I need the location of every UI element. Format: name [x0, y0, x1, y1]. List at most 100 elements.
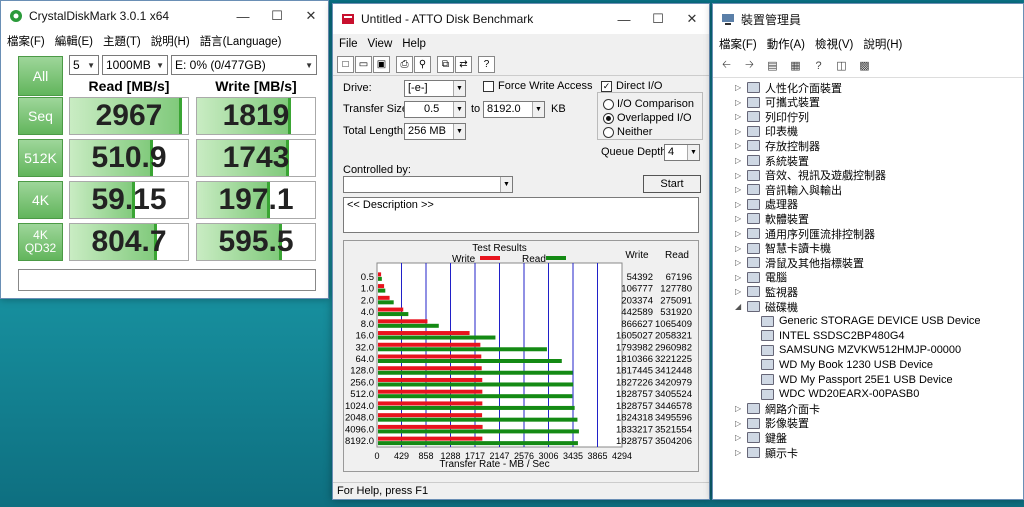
- save-icon[interactable]: ▣: [373, 56, 390, 73]
- disk-device-item[interactable]: WDC WD20EARX-00PASB0: [761, 387, 919, 402]
- chevron-right-icon[interactable]: ▷: [735, 141, 747, 150]
- force-write-checkbox[interactable]: [483, 81, 494, 92]
- drive-combo[interactable]: [-e-] ▼: [404, 80, 466, 97]
- chevron-right-icon[interactable]: ▷: [735, 273, 747, 282]
- properties-icon[interactable]: ▤: [763, 57, 782, 75]
- monitor-icon[interactable]: ▩: [855, 57, 874, 75]
- cdm-row-button[interactable]: 512K: [18, 139, 63, 177]
- dm-titlebar[interactable]: 裝置管理員: [713, 4, 1023, 34]
- cdm-menu-edit[interactable]: 編輯(E): [55, 33, 93, 49]
- atto-menu-file[interactable]: File: [339, 38, 358, 50]
- transfer-icon[interactable]: ⇄: [455, 56, 472, 73]
- device-category-item[interactable]: ▷ 音訊輸入與輸出: [735, 182, 842, 197]
- chevron-right-icon[interactable]: ▷: [735, 185, 747, 194]
- cdm-row-button[interactable]: Seq: [18, 97, 63, 135]
- chevron-right-icon[interactable]: ▷: [735, 200, 747, 209]
- chevron-right-icon[interactable]: ▷: [735, 404, 747, 413]
- chevron-right-icon[interactable]: ▷: [735, 229, 747, 238]
- panel-icon[interactable]: ◫: [832, 57, 851, 75]
- device-category-item[interactable]: ▷ 印表機: [735, 124, 798, 139]
- device-category-item[interactable]: ▷ 處理器: [735, 197, 798, 212]
- cdm-menu-help[interactable]: 說明(H): [151, 33, 190, 49]
- all-button[interactable]: All: [18, 56, 63, 96]
- help-icon[interactable]: ?: [478, 56, 495, 73]
- device-category-item[interactable]: ▷ 監視器: [735, 284, 798, 299]
- device-category-item[interactable]: ▷ 存放控制器: [735, 138, 820, 153]
- back-arrow-icon[interactable]: 🡠: [717, 57, 736, 75]
- chevron-right-icon[interactable]: ▷: [735, 83, 747, 92]
- device-category-item[interactable]: ▷ 網路介面卡: [735, 401, 820, 416]
- chevron-right-icon[interactable]: ▷: [735, 287, 747, 296]
- description-field[interactable]: << Description >>: [343, 197, 699, 233]
- device-category-item[interactable]: ◢ 磁碟機: [735, 299, 798, 314]
- drive-select[interactable]: E: 0% (0/477GB) ▼: [171, 55, 317, 75]
- direct-io-checkbox[interactable]: ✓: [601, 81, 612, 92]
- forward-arrow-icon[interactable]: 🡢: [740, 57, 759, 75]
- device-category-item[interactable]: ▷ 音效、視訊及遊戲控制器: [735, 168, 886, 183]
- dm-menu-file[interactable]: 檔案(F): [719, 36, 757, 52]
- device-category-item[interactable]: ▷ 通用序列匯流排控制器: [735, 226, 875, 241]
- disk-device-item[interactable]: Generic STORAGE DEVICE USB Device: [761, 314, 981, 329]
- cdm-menu-file[interactable]: 檔案(F): [7, 33, 45, 49]
- device-category-item[interactable]: ▷ 軟體裝置: [735, 211, 809, 226]
- dm-menu-help[interactable]: 說明(H): [863, 36, 902, 52]
- chevron-right-icon[interactable]: ▷: [735, 448, 747, 457]
- chevron-right-icon[interactable]: ▷: [735, 244, 747, 253]
- chevron-right-icon[interactable]: ▷: [735, 419, 747, 428]
- dm-menu-action[interactable]: 動作(A): [767, 36, 805, 52]
- chevron-right-icon[interactable]: ▷: [735, 112, 747, 121]
- test-count-select[interactable]: 5 ▼: [69, 55, 99, 75]
- chevron-right-icon[interactable]: ▷: [735, 127, 747, 136]
- device-category-item[interactable]: ▷ 系統裝置: [735, 153, 809, 168]
- device-category-item[interactable]: ▷ 電腦: [735, 270, 787, 285]
- transfer-to-combo[interactable]: 8192.0 ▼: [483, 101, 545, 118]
- start-button[interactable]: Start: [643, 175, 701, 193]
- chevron-right-icon[interactable]: ▷: [735, 214, 747, 223]
- chevron-right-icon[interactable]: ▷: [735, 258, 747, 267]
- chevron-right-icon[interactable]: ▷: [735, 98, 747, 107]
- chevron-down-icon[interactable]: ◢: [735, 302, 747, 311]
- dm-menu-view[interactable]: 檢視(V): [815, 36, 853, 52]
- print-preview-icon[interactable]: ⚲: [414, 56, 431, 73]
- close-icon[interactable]: ✕: [294, 1, 328, 31]
- overlapped-io-radio[interactable]: [603, 113, 614, 124]
- device-category-item[interactable]: ▷ 可攜式裝置: [735, 95, 820, 110]
- disk-device-item[interactable]: SAMSUNG MZVKW512HMJP-00000: [761, 343, 961, 358]
- device-category-item[interactable]: ▷ 鍵盤: [735, 430, 787, 445]
- device-category-item[interactable]: ▷ 影像裝置: [735, 416, 809, 431]
- maximize-icon[interactable]: ☐: [641, 4, 675, 34]
- total-length-combo[interactable]: 256 MB ▼: [404, 123, 466, 140]
- device-category-item[interactable]: ▷ 智慧卡讀卡機: [735, 241, 831, 256]
- device-category-item[interactable]: ▷ 人性化介面裝置: [735, 80, 842, 95]
- disk-device-item[interactable]: INTEL SSDSC2BP480G4: [761, 328, 905, 343]
- atto-titlebar[interactable]: Untitled - ATTO Disk Benchmark — ☐ ✕: [333, 4, 709, 34]
- cdm-titlebar[interactable]: CrystalDiskMark 3.0.1 x64 — ☐ ✕: [1, 1, 328, 31]
- help-icon[interactable]: ?: [809, 57, 828, 75]
- atto-menu-view[interactable]: View: [368, 38, 393, 50]
- comment-field[interactable]: [18, 269, 316, 291]
- copy-icon[interactable]: ⧉: [437, 56, 454, 73]
- cdm-menu-theme[interactable]: 主題(T): [103, 33, 141, 49]
- atto-menu-help[interactable]: Help: [402, 38, 426, 50]
- device-category-item[interactable]: ▷ 列印佇列: [735, 109, 809, 124]
- neither-radio[interactable]: [603, 127, 614, 138]
- disk-device-item[interactable]: WD My Passport 25E1 USB Device: [761, 372, 953, 387]
- disk-device-item[interactable]: WD My Book 1230 USB Device: [761, 357, 933, 372]
- device-category-item[interactable]: ▷ 滑鼠及其他指標裝置: [735, 255, 864, 270]
- queue-depth-combo[interactable]: 4 ▼: [664, 144, 700, 161]
- io-comparison-radio[interactable]: [603, 99, 614, 110]
- maximize-icon[interactable]: ☐: [260, 1, 294, 31]
- cdm-row-button[interactable]: 4K QD32: [18, 223, 63, 261]
- new-file-icon[interactable]: □: [337, 56, 354, 73]
- cdm-menu-language[interactable]: 語言(Language): [200, 33, 282, 49]
- transfer-from-combo[interactable]: 0.5 ▼: [404, 101, 466, 118]
- cdm-row-button[interactable]: 4K: [18, 181, 63, 219]
- test-size-select[interactable]: 1000MB ▼: [102, 55, 168, 75]
- device-list-icon[interactable]: ▦: [786, 57, 805, 75]
- open-folder-icon[interactable]: ▭: [355, 56, 372, 73]
- minimize-icon[interactable]: —: [226, 1, 260, 31]
- controlled-by-combo[interactable]: ▼: [343, 176, 513, 193]
- print-icon[interactable]: ⎙: [396, 56, 413, 73]
- chevron-right-icon[interactable]: ▷: [735, 156, 747, 165]
- close-icon[interactable]: ✕: [675, 4, 709, 34]
